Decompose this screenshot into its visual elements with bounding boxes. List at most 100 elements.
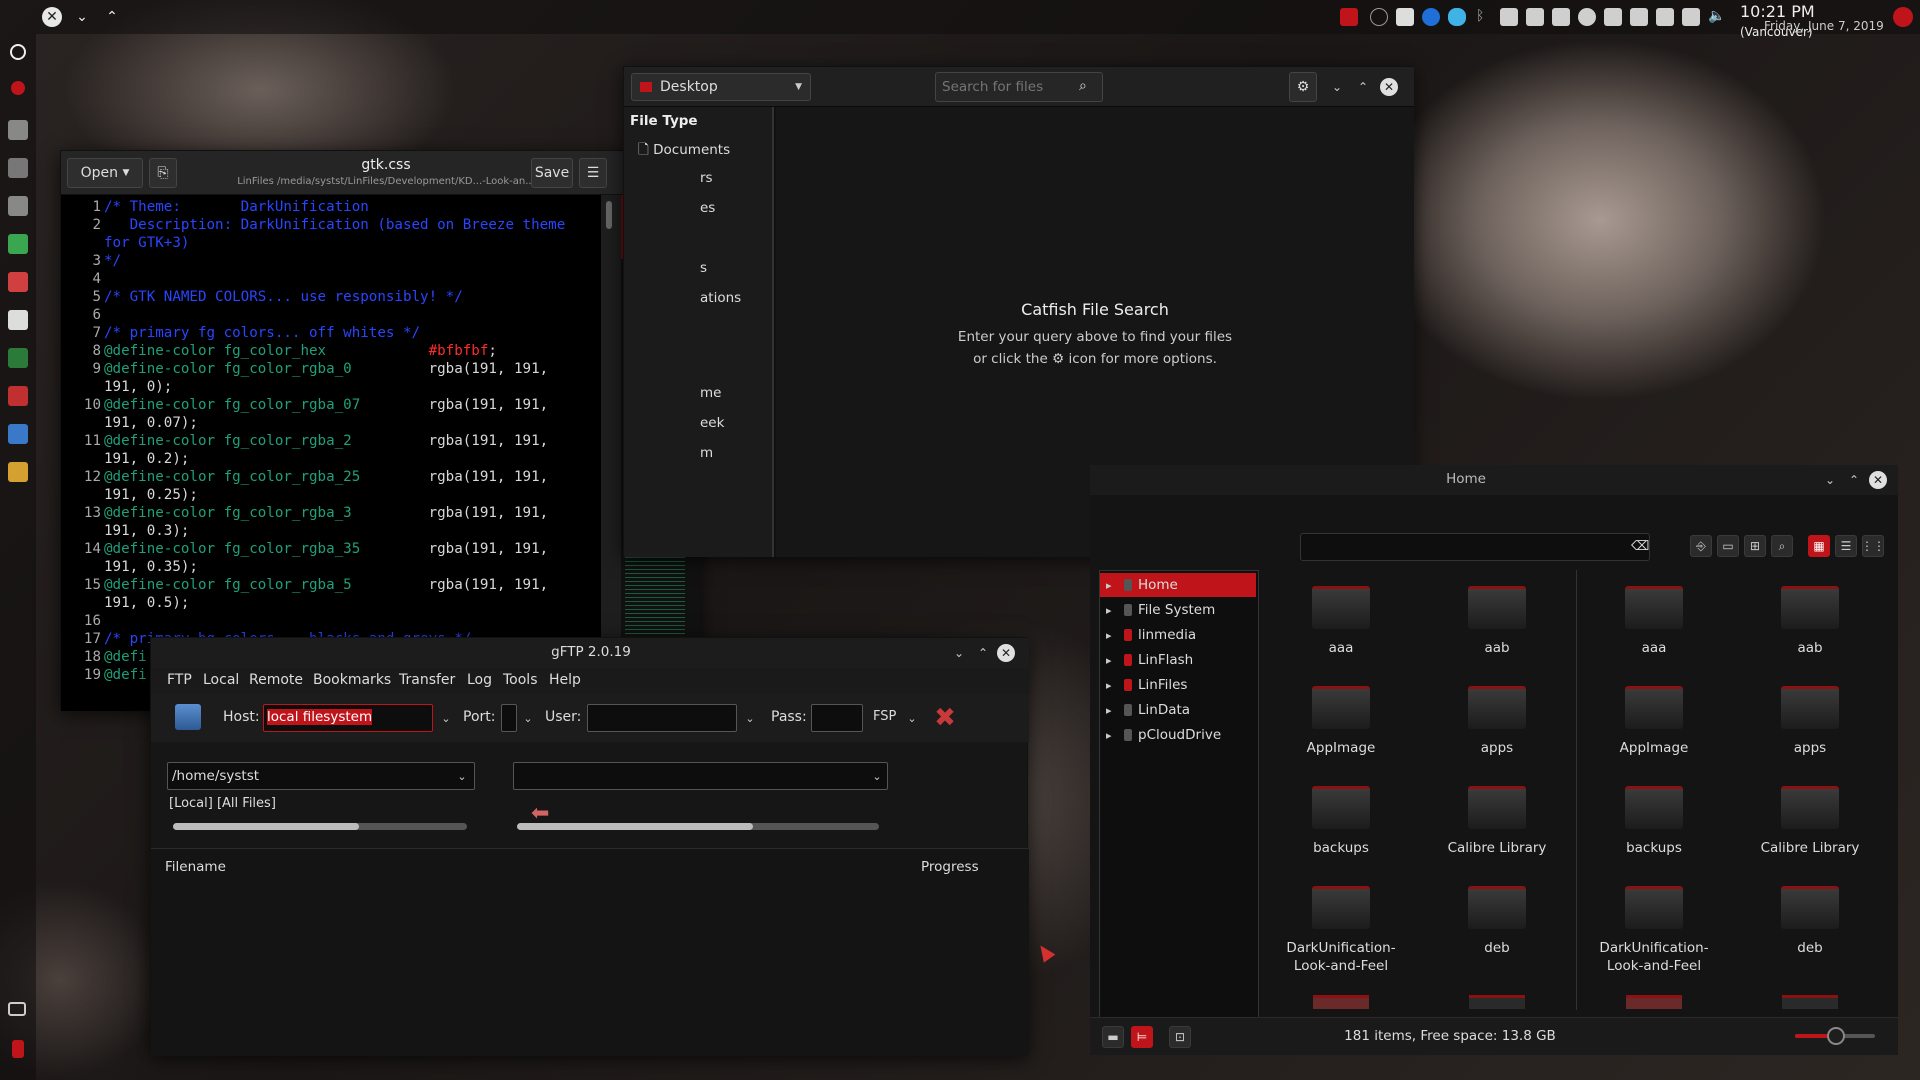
expand-arrow-icon[interactable]: ▸ [1106, 729, 1120, 742]
menu-bookmarks[interactable]: Bookmarks [313, 672, 391, 688]
code-line[interactable]: 191, 0); [104, 379, 172, 395]
info-icon[interactable] [1370, 8, 1388, 26]
clipboard-icon[interactable] [1682, 8, 1700, 26]
folder-item[interactable]: apps [1438, 686, 1556, 776]
list-view-button[interactable]: ☰ [1835, 535, 1857, 557]
port-field[interactable] [501, 704, 517, 732]
folder-item[interactable]: AppImage [1595, 686, 1713, 776]
tree-item[interactable]: ▸ LinFlash [1100, 648, 1256, 672]
local-path-dropdown[interactable]: ⌄ [451, 762, 473, 790]
app-icon[interactable] [8, 272, 28, 292]
launcher-icon[interactable] [10, 44, 26, 60]
code-view[interactable]: 1/* Theme: DarkUnification 2 Description:… [61, 195, 601, 711]
filter-item[interactable]: me [700, 385, 721, 401]
files-icon[interactable] [8, 196, 28, 216]
location-bar[interactable]: ⌫ [1300, 533, 1650, 561]
menu-local[interactable]: Local [203, 672, 239, 688]
filter-item[interactable]: m [700, 445, 713, 461]
usb-icon[interactable] [1656, 8, 1674, 26]
workspaces-icon[interactable] [8, 1002, 26, 1016]
close-button[interactable]: ✕ [1869, 471, 1887, 489]
hp-icon[interactable] [1422, 8, 1440, 26]
folder-item[interactable]: aaa [1595, 586, 1713, 676]
screen-icon[interactable] [1526, 8, 1544, 26]
minimize-button[interactable]: ⌄ [951, 645, 967, 661]
search-icon[interactable]: ⌕ [1079, 78, 1087, 94]
protocol-value[interactable]: FSP [873, 709, 896, 724]
remote-path-field[interactable] [513, 762, 888, 790]
code-line[interactable]: for GTK+3) [104, 235, 189, 251]
cloud-icon[interactable] [1448, 8, 1466, 26]
col-filename[interactable]: Filename [165, 859, 226, 875]
trash-icon[interactable] [12, 1040, 24, 1058]
volume-icon[interactable]: 🔈 [1708, 8, 1726, 26]
save-button[interactable]: Save [531, 158, 573, 188]
maximize-button[interactable]: ⌃ [1355, 79, 1371, 95]
maximize-button[interactable]: ⌃ [1846, 472, 1862, 488]
folder-item[interactable]: DarkUnification-Look-and-Feel [1595, 886, 1713, 976]
archive-icon[interactable] [8, 462, 28, 482]
close-window-button[interactable]: ✕ [41, 6, 63, 28]
zoom-slider[interactable] [1795, 1027, 1875, 1045]
terminal-icon[interactable] [8, 158, 28, 178]
tree-item[interactable]: ▸ LinData [1100, 698, 1256, 722]
settings-button[interactable]: ⚙ [1289, 72, 1317, 102]
expand-arrow-icon[interactable]: ▸ [1106, 679, 1120, 692]
zoom-slider-handle[interactable] [1827, 1027, 1845, 1045]
remote-hscroll[interactable] [517, 823, 879, 830]
expand-arrow-icon[interactable]: ▸ [1106, 604, 1120, 617]
close-button[interactable]: ✕ [997, 644, 1015, 662]
window-icon[interactable] [8, 120, 28, 140]
close-button[interactable]: ✕ [1380, 78, 1398, 96]
hamburger-menu-button[interactable]: ☰ [579, 158, 607, 188]
code-line[interactable]: @define-color fg_color_rgba_25 rgba(191,… [104, 469, 548, 485]
code-line[interactable]: Description: DarkUnification (based on B… [104, 217, 566, 233]
compact-view-button[interactable]: ⋮⋮ [1861, 535, 1885, 557]
tools-icon[interactable] [8, 386, 28, 406]
folder-item[interactable]: backups [1282, 786, 1400, 876]
folder-item[interactable]: aab [1438, 586, 1556, 676]
tree-button[interactable]: ⊨ [1131, 1026, 1153, 1048]
code-line[interactable]: @define-color fg_color_rgba_0 rgba(191, … [104, 361, 548, 377]
code-line[interactable]: @define-color fg_color_hex #bfbfbf; [104, 343, 497, 359]
code-line[interactable]: */ [104, 253, 121, 269]
col-progress[interactable]: Progress [921, 859, 979, 875]
menu-tools[interactable]: Tools [503, 672, 538, 688]
code-line[interactable]: @defi [104, 649, 147, 665]
folder-item[interactable]: deb [1438, 886, 1556, 976]
host-dropdown[interactable]: ⌄ [435, 704, 457, 732]
minimize-button[interactable]: ⌄ [1329, 79, 1345, 95]
code-line[interactable]: 191, 0.3); [104, 523, 189, 539]
menu-transfer[interactable]: Transfer [399, 672, 455, 688]
display-icon[interactable] [1500, 8, 1518, 26]
disconnect-button[interactable]: ✖ [931, 704, 959, 732]
battery-icon[interactable] [1630, 8, 1648, 26]
code-line[interactable]: 191, 0.25); [104, 487, 198, 503]
code-line[interactable]: @define-color fg_color_rgba_2 rgba(191, … [104, 433, 548, 449]
open-button[interactable]: Open ▼ [67, 158, 143, 188]
folder-icon[interactable] [1313, 995, 1369, 1009]
menu-remote[interactable]: Remote [249, 672, 303, 688]
shutdown-icon[interactable] [1893, 7, 1913, 27]
new-document-button[interactable]: ⎘ [149, 158, 177, 188]
code-line[interactable]: @define-color fg_color_rgba_35 rgba(191,… [104, 541, 548, 557]
code-line[interactable]: 191, 0.07); [104, 415, 198, 431]
code-line[interactable]: @define-color fg_color_rgba_07 rgba(191,… [104, 397, 548, 413]
icon-view-button[interactable]: ▦ [1808, 535, 1830, 557]
toggle-panel-button[interactable]: ⊡ [1169, 1026, 1191, 1048]
folder-icon[interactable] [1626, 995, 1682, 1009]
record-icon[interactable] [11, 81, 25, 95]
menu-log[interactable]: Log [467, 672, 492, 688]
terminal-button[interactable]: ▭ [1717, 535, 1739, 557]
network-icon[interactable] [8, 424, 28, 444]
expand-arrow-icon[interactable]: ▸ [1106, 654, 1120, 667]
code-line[interactable]: /* Theme: DarkUnification [104, 199, 369, 215]
minimize-button[interactable]: ⌄ [1822, 472, 1838, 488]
tree-item[interactable]: ▸ pCloudDrive [1100, 723, 1256, 747]
folder-item[interactable]: AppImage [1282, 686, 1400, 776]
code-line[interactable]: 191, 0.35); [104, 559, 198, 575]
bluetooth-icon[interactable]: ᛒ [1476, 8, 1494, 26]
maximize-button[interactable]: ⌃ [975, 645, 991, 661]
folder-item[interactable]: deb [1751, 886, 1869, 976]
code-line[interactable]: 191, 0.5); [104, 595, 189, 611]
